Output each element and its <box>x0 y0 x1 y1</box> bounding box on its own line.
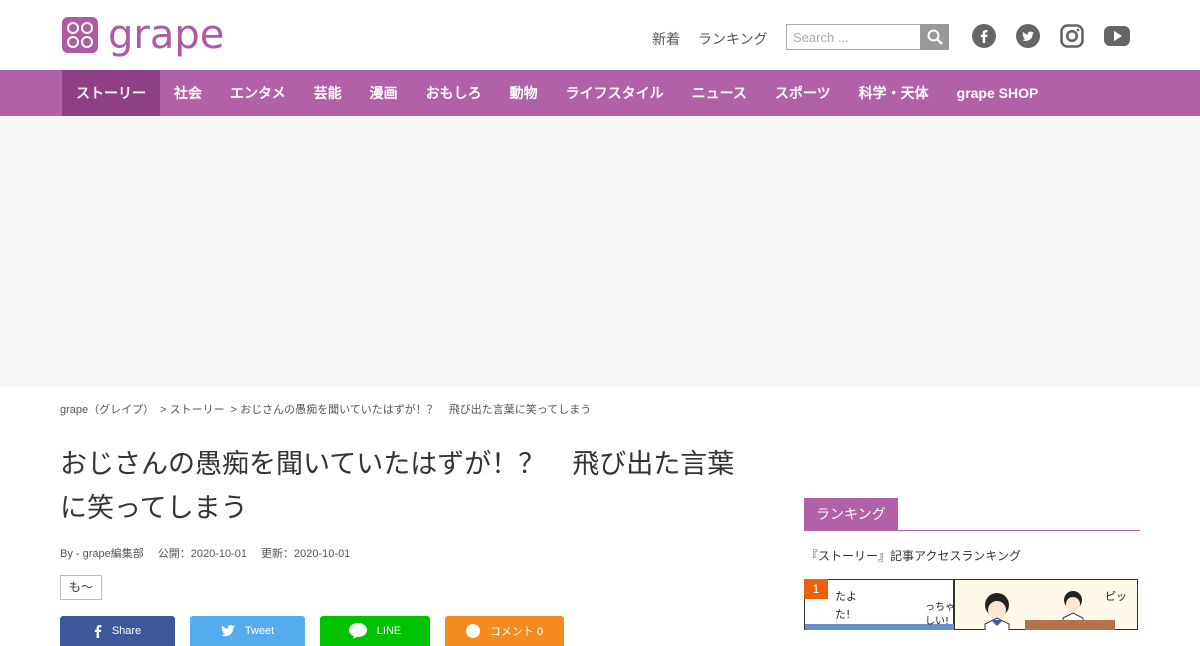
twitter-share-button[interactable]: Tweet <box>190 616 305 646</box>
instagram-icon[interactable] <box>1060 24 1084 48</box>
line-share-label: LINE <box>376 625 402 637</box>
article-tag[interactable]: も～ <box>60 575 103 600</box>
twitter-icon <box>220 625 235 637</box>
article-author: By - grape編集部 <box>60 548 144 560</box>
site-header: grape 新着 ランキング <box>0 0 1200 70</box>
article-title: おじさんの愚痴を聞いていたはずが！？ 飛び出た言葉に笑ってしまう <box>60 449 735 523</box>
logo-text: grape <box>108 12 225 58</box>
nav-item-entertainment[interactable]: エンタメ <box>216 70 300 116</box>
twitter-icon[interactable] <box>1016 24 1040 48</box>
line-icon <box>348 623 367 639</box>
article-meta: By - grape編集部 公開：2020-10-01 更新：2020-10-0… <box>60 545 350 561</box>
line-share-button[interactable]: LINE <box>320 616 430 646</box>
breadcrumb-home[interactable]: grape（グレイプ） <box>60 401 154 417</box>
sidebar-ranking-subtitle: 『ストーリー』記事アクセスランキング <box>806 549 1022 563</box>
nav-item-funny[interactable]: おもしろ <box>412 70 496 116</box>
facebook-icon <box>94 625 102 638</box>
grape-logo-icon <box>62 17 98 53</box>
article-published: 公開：2020-10-01 <box>157 548 248 560</box>
breadcrumb-category[interactable]: > ストーリー <box>160 401 224 417</box>
nav-item-news[interactable]: ニュース <box>678 70 761 116</box>
nav-item-manga[interactable]: 漫画 <box>356 70 412 116</box>
comment-button[interactable]: コメント 0 <box>445 616 564 646</box>
svg-text:たよ: たよ <box>835 590 857 603</box>
youtube-icon[interactable] <box>1104 24 1130 48</box>
svg-text:しい!: しい! <box>925 615 949 627</box>
comment-label: コメント 0 <box>489 626 544 638</box>
nav-item-celebrity[interactable]: 芸能 <box>300 70 356 116</box>
nav-item-sports[interactable]: スポーツ <box>761 70 845 116</box>
site-logo[interactable]: grape <box>62 12 225 58</box>
ad-banner-area <box>0 116 1200 386</box>
social-links <box>972 24 1130 48</box>
twitter-share-label: Tweet <box>244 625 275 637</box>
article-updated: 更新：2020-10-01 <box>261 548 351 560</box>
nav-item-society[interactable]: 社会 <box>160 70 216 116</box>
svg-text:た!: た! <box>835 608 850 621</box>
manga-panel: ピッ <box>954 579 1138 630</box>
svg-text:ピッ: ピッ <box>1105 590 1127 603</box>
manga-panel-art: ピッ <box>984 590 1127 630</box>
facebook-icon[interactable] <box>972 24 996 48</box>
rank-number-badge: 1 <box>804 579 828 599</box>
search-icon <box>927 29 943 45</box>
search-button[interactable] <box>920 24 949 50</box>
sidebar-ranking-title: ランキング <box>804 498 898 530</box>
header-link-ranking[interactable]: ランキング <box>698 29 768 49</box>
header-link-new[interactable]: 新着 <box>652 29 680 49</box>
nav-item-science[interactable]: 科学・天体 <box>845 70 943 116</box>
facebook-share-label: Share <box>111 625 142 637</box>
search-input[interactable] <box>786 24 920 50</box>
comment-icon <box>465 624 480 638</box>
header-links: 新着 ランキング <box>652 29 768 49</box>
facebook-share-button[interactable]: Share <box>60 616 175 646</box>
share-buttons: Share Tweet LINE コメント 0 <box>60 616 564 646</box>
svg-text:っちゃ: っちゃ <box>925 601 955 613</box>
nav-item-lifestyle[interactable]: ライフスタイル <box>552 70 678 116</box>
ranking-item-thumbnail[interactable]: 1 たよ た! っちゃ しい! ピッ <box>804 579 1138 630</box>
nav-item-shop[interactable]: grape SHOP <box>943 70 1053 116</box>
sidebar-ranking-header: ランキング <box>804 498 1140 531</box>
nav-item-story[interactable]: ストーリー <box>62 70 160 116</box>
breadcrumb: grape（グレイプ） > ストーリー > おじさんの愚痴を聞いていたはずが！？… <box>60 401 591 417</box>
nav-item-animals[interactable]: 動物 <box>496 70 552 116</box>
search-form <box>786 24 949 50</box>
breadcrumb-current: > おじさんの愚痴を聞いていたはずが！？ 飛び出た言葉に笑ってしまう <box>230 404 592 416</box>
category-nav: ストーリー 社会 エンタメ 芸能 漫画 おもしろ 動物 ライフスタイル ニュース… <box>0 70 1200 116</box>
